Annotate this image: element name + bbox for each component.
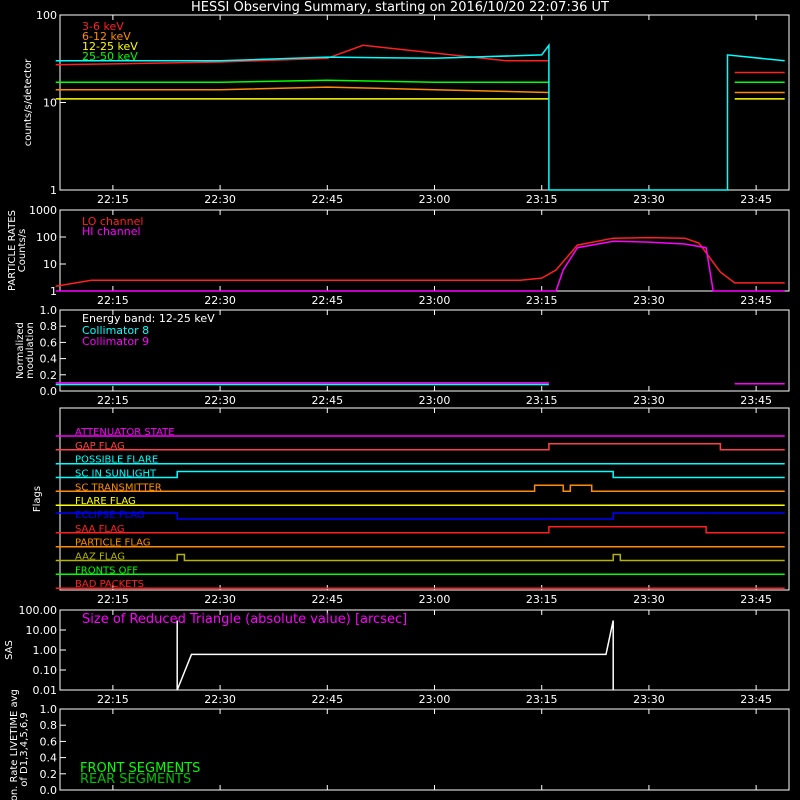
- series-line: [55, 86, 785, 94]
- x-tick-label: 22:45: [311, 193, 343, 206]
- y-tick-label: 0.8: [40, 719, 58, 732]
- y-tick-label: 0.0: [40, 784, 58, 797]
- x-tick-label: 22:15: [97, 693, 129, 706]
- flag-label: FRONTS OFF: [75, 565, 138, 576]
- y-tick-label: 1.0: [40, 703, 58, 716]
- y-tick-label: 0.2: [40, 369, 58, 382]
- y-tick-label: 0.4: [40, 752, 58, 765]
- x-tick-label: 23:45: [740, 693, 772, 706]
- x-tick-label: 22:30: [204, 593, 236, 606]
- x-tick-label: 23:45: [740, 394, 772, 407]
- x-tick-label: 22:15: [97, 593, 129, 606]
- flag-label: SAA FLAG: [75, 524, 125, 535]
- y-axis-label: of D1,3,4,5,6,9: [19, 712, 30, 787]
- y-tick-label: 1.00: [33, 644, 58, 657]
- series-line: [55, 382, 785, 385]
- flag-label: AAZ FLAG: [75, 552, 125, 563]
- y-tick-label: 0.6: [40, 336, 58, 349]
- x-tick-label: 22:45: [311, 593, 343, 606]
- x-tick-label: 23:45: [740, 193, 772, 206]
- y-axis-label: modulation: [25, 322, 36, 379]
- x-tick-label: 22:45: [311, 693, 343, 706]
- series-line: [176, 620, 614, 691]
- x-tick-label: 23:30: [633, 394, 665, 407]
- y-tick-label: 1000: [29, 204, 57, 217]
- x-tick-label: 22:30: [204, 693, 236, 706]
- x-tick-label: 22:45: [311, 294, 343, 307]
- x-tick-label: 22:30: [204, 193, 236, 206]
- y-axis-label: Flags: [32, 486, 43, 512]
- flag-label: SC TRANSMITTER: [75, 482, 162, 493]
- y-axis-label: Counts/s: [17, 229, 28, 273]
- flag-label: ECLIPSE FLAG: [75, 510, 145, 521]
- x-tick-label: 23:00: [419, 193, 451, 206]
- y-tick-label: 100.00: [19, 604, 58, 617]
- legend-entry: Collimator 9: [82, 335, 149, 348]
- particle-panel-frame: [59, 209, 790, 292]
- observing-summary-chart: 22:15 22:30 22:45 23:00 23:15 23:30 23:45 1 10 10…: [4, 9, 790, 800]
- x-tick-label: 23:15: [526, 593, 558, 606]
- series-line: [55, 236, 785, 287]
- y-tick-label: 0.01: [33, 684, 58, 697]
- x-tick-label: 22:30: [204, 294, 236, 307]
- x-tick-label: 23:15: [526, 394, 558, 407]
- x-tick-label: 23:30: [633, 593, 665, 606]
- flag-label: ATTENUATOR STATE: [75, 427, 175, 438]
- x-tick-label: 23:45: [740, 593, 772, 606]
- legend-entry: HI channel: [82, 225, 141, 238]
- x-tick-label: 23:00: [419, 394, 451, 407]
- series-line: [55, 553, 785, 562]
- series-line: [55, 79, 785, 84]
- y-tick-label: 1: [50, 184, 57, 197]
- x-tick-label: 23:30: [633, 294, 665, 307]
- y-tick-label: 100: [36, 9, 57, 22]
- x-tick-label: 23:30: [633, 693, 665, 706]
- series-line: [55, 484, 785, 493]
- legend-entry: 25-50 keV: [82, 50, 138, 63]
- y-tick-label: 1.0: [40, 304, 58, 317]
- flag-label: POSSIBLE FLARE: [75, 455, 158, 466]
- x-tick-label: 23:15: [526, 294, 558, 307]
- series-line: [55, 240, 785, 292]
- y-axis-label: SAS: [4, 640, 15, 660]
- x-tick-label: 23:00: [419, 593, 451, 606]
- flag-label: BAD PACKETS: [75, 579, 144, 590]
- flag-label: GAP FLAG: [75, 441, 125, 452]
- legend-entry: REAR SEGMENTS: [80, 772, 191, 787]
- x-tick-label: 23:15: [526, 193, 558, 206]
- x-tick-label: 22:45: [311, 394, 343, 407]
- series-line: [55, 443, 785, 451]
- x-tick-label: 23:15: [526, 693, 558, 706]
- y-tick-label: 100: [36, 231, 57, 244]
- y-tick-label: 0.10: [33, 664, 58, 677]
- y-tick-label: 0.4: [40, 353, 58, 366]
- series-line: [55, 44, 785, 74]
- series-line: [55, 470, 785, 479]
- y-tick-label: 0.8: [40, 320, 58, 333]
- flag-label: PARTICLE FLAG: [75, 538, 151, 549]
- series-line: [55, 512, 785, 520]
- annotation-text: Size of Reduced Triangle (absolute value…: [82, 612, 407, 627]
- x-tick-label: 23:45: [740, 294, 772, 307]
- flag-label: SC IN SUNLIGHT: [75, 469, 157, 480]
- series-line: [55, 43, 785, 191]
- x-tick-label: 23:30: [633, 193, 665, 206]
- y-axis-label: counts/s/detector: [23, 58, 34, 146]
- y-tick-label: 10.00: [26, 624, 58, 637]
- x-tick-label: 23:00: [419, 693, 451, 706]
- series-line: [55, 526, 785, 534]
- x-tick-label: 23:00: [419, 294, 451, 307]
- y-tick-label: 10: [43, 258, 57, 271]
- flag-label: FLARE FLAG: [75, 496, 136, 507]
- x-tick-label: 22:30: [204, 394, 236, 407]
- y-tick-label: 10: [43, 97, 57, 110]
- counts-panel-frame: [59, 14, 790, 191]
- y-tick-label: 0.6: [40, 735, 58, 748]
- x-tick-label: 22:15: [97, 394, 129, 407]
- y-tick-label: 0.0: [40, 385, 58, 398]
- y-tick-label: 0.2: [40, 768, 58, 781]
- x-tick-label: 22:15: [97, 193, 129, 206]
- x-tick-label: 22:15: [97, 294, 129, 307]
